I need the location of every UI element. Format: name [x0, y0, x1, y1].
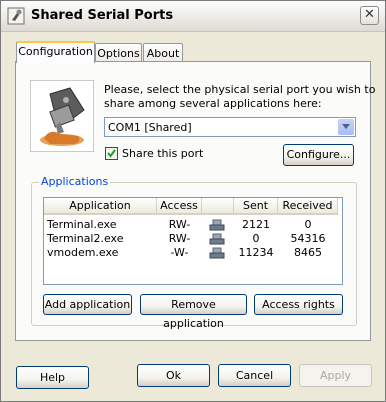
cell-access: RW- — [168, 218, 191, 231]
serial-connector-icon — [30, 80, 94, 152]
cancel-button[interactable]: Cancel — [218, 364, 291, 387]
column-header-application[interactable]: Application — [44, 198, 157, 215]
dropdown-arrow-button[interactable] — [338, 119, 354, 135]
instruction-line-2: share among several applications here: — [104, 97, 322, 110]
window-title: Shared Serial Ports — [31, 8, 174, 23]
cell-sent: 11234 — [238, 246, 274, 259]
cell-sent: 0 — [252, 232, 260, 245]
applications-list[interactable]: Application Access Sent Received Termina… — [43, 197, 343, 285]
share-port-checkbox[interactable] — [105, 147, 118, 160]
column-header-received[interactable]: Received — [278, 198, 338, 215]
title-bar[interactable]: Shared Serial Ports ✕ — [1, 1, 385, 32]
column-header-access[interactable]: Access — [157, 198, 202, 215]
apply-button: Apply — [299, 364, 372, 387]
cell-received: 0 — [304, 218, 312, 231]
column-header-sent[interactable]: Sent — [234, 198, 278, 215]
tab-configuration[interactable]: Configuration — [16, 41, 95, 63]
checkmark-icon — [107, 149, 116, 158]
share-port-label[interactable]: Share this port — [122, 147, 203, 160]
cell-application: Terminal2.exe — [47, 232, 124, 245]
serial-port-icon — [209, 247, 225, 259]
cell-sent: 2121 — [242, 218, 270, 231]
remove-application-button[interactable]: Remove application — [140, 294, 247, 330]
help-button[interactable]: Help — [16, 366, 89, 389]
cell-application: vmodem.exe — [47, 246, 119, 259]
instruction-line-1: Please, select the physical serial port … — [104, 83, 376, 96]
tab-options-label: Options — [97, 47, 140, 60]
applications-group-title: Applications — [39, 175, 111, 188]
dialog-window: Shared Serial Ports ✕ Configuration Opti… — [0, 0, 386, 402]
app-icon — [7, 7, 25, 25]
access-rights-button[interactable]: Access rights — [254, 294, 343, 315]
cell-received: 8465 — [294, 246, 322, 259]
tab-configuration-label: Configuration — [18, 45, 93, 58]
ok-button[interactable]: Ok — [137, 364, 210, 387]
cell-access: -W- — [170, 246, 189, 259]
chevron-down-icon — [342, 124, 350, 129]
tab-about-label: About — [146, 47, 180, 60]
configure-button[interactable]: Configure... — [283, 144, 354, 166]
tab-options[interactable]: Options — [95, 43, 142, 63]
close-button[interactable]: ✕ — [360, 6, 379, 25]
add-application-button[interactable]: Add application — [43, 294, 132, 315]
serial-port-icon — [209, 233, 225, 245]
cell-access: RW- — [168, 232, 191, 245]
serial-port-icon — [209, 219, 225, 231]
cell-application: Terminal.exe — [47, 218, 117, 231]
cell-received: 54316 — [290, 232, 326, 245]
port-select[interactable]: COM1 [Shared] — [104, 117, 356, 137]
port-select-value: COM1 [Shared] — [108, 121, 192, 134]
close-icon: ✕ — [364, 7, 375, 22]
tab-about[interactable]: About — [143, 43, 183, 63]
column-header-icon[interactable] — [202, 198, 234, 215]
